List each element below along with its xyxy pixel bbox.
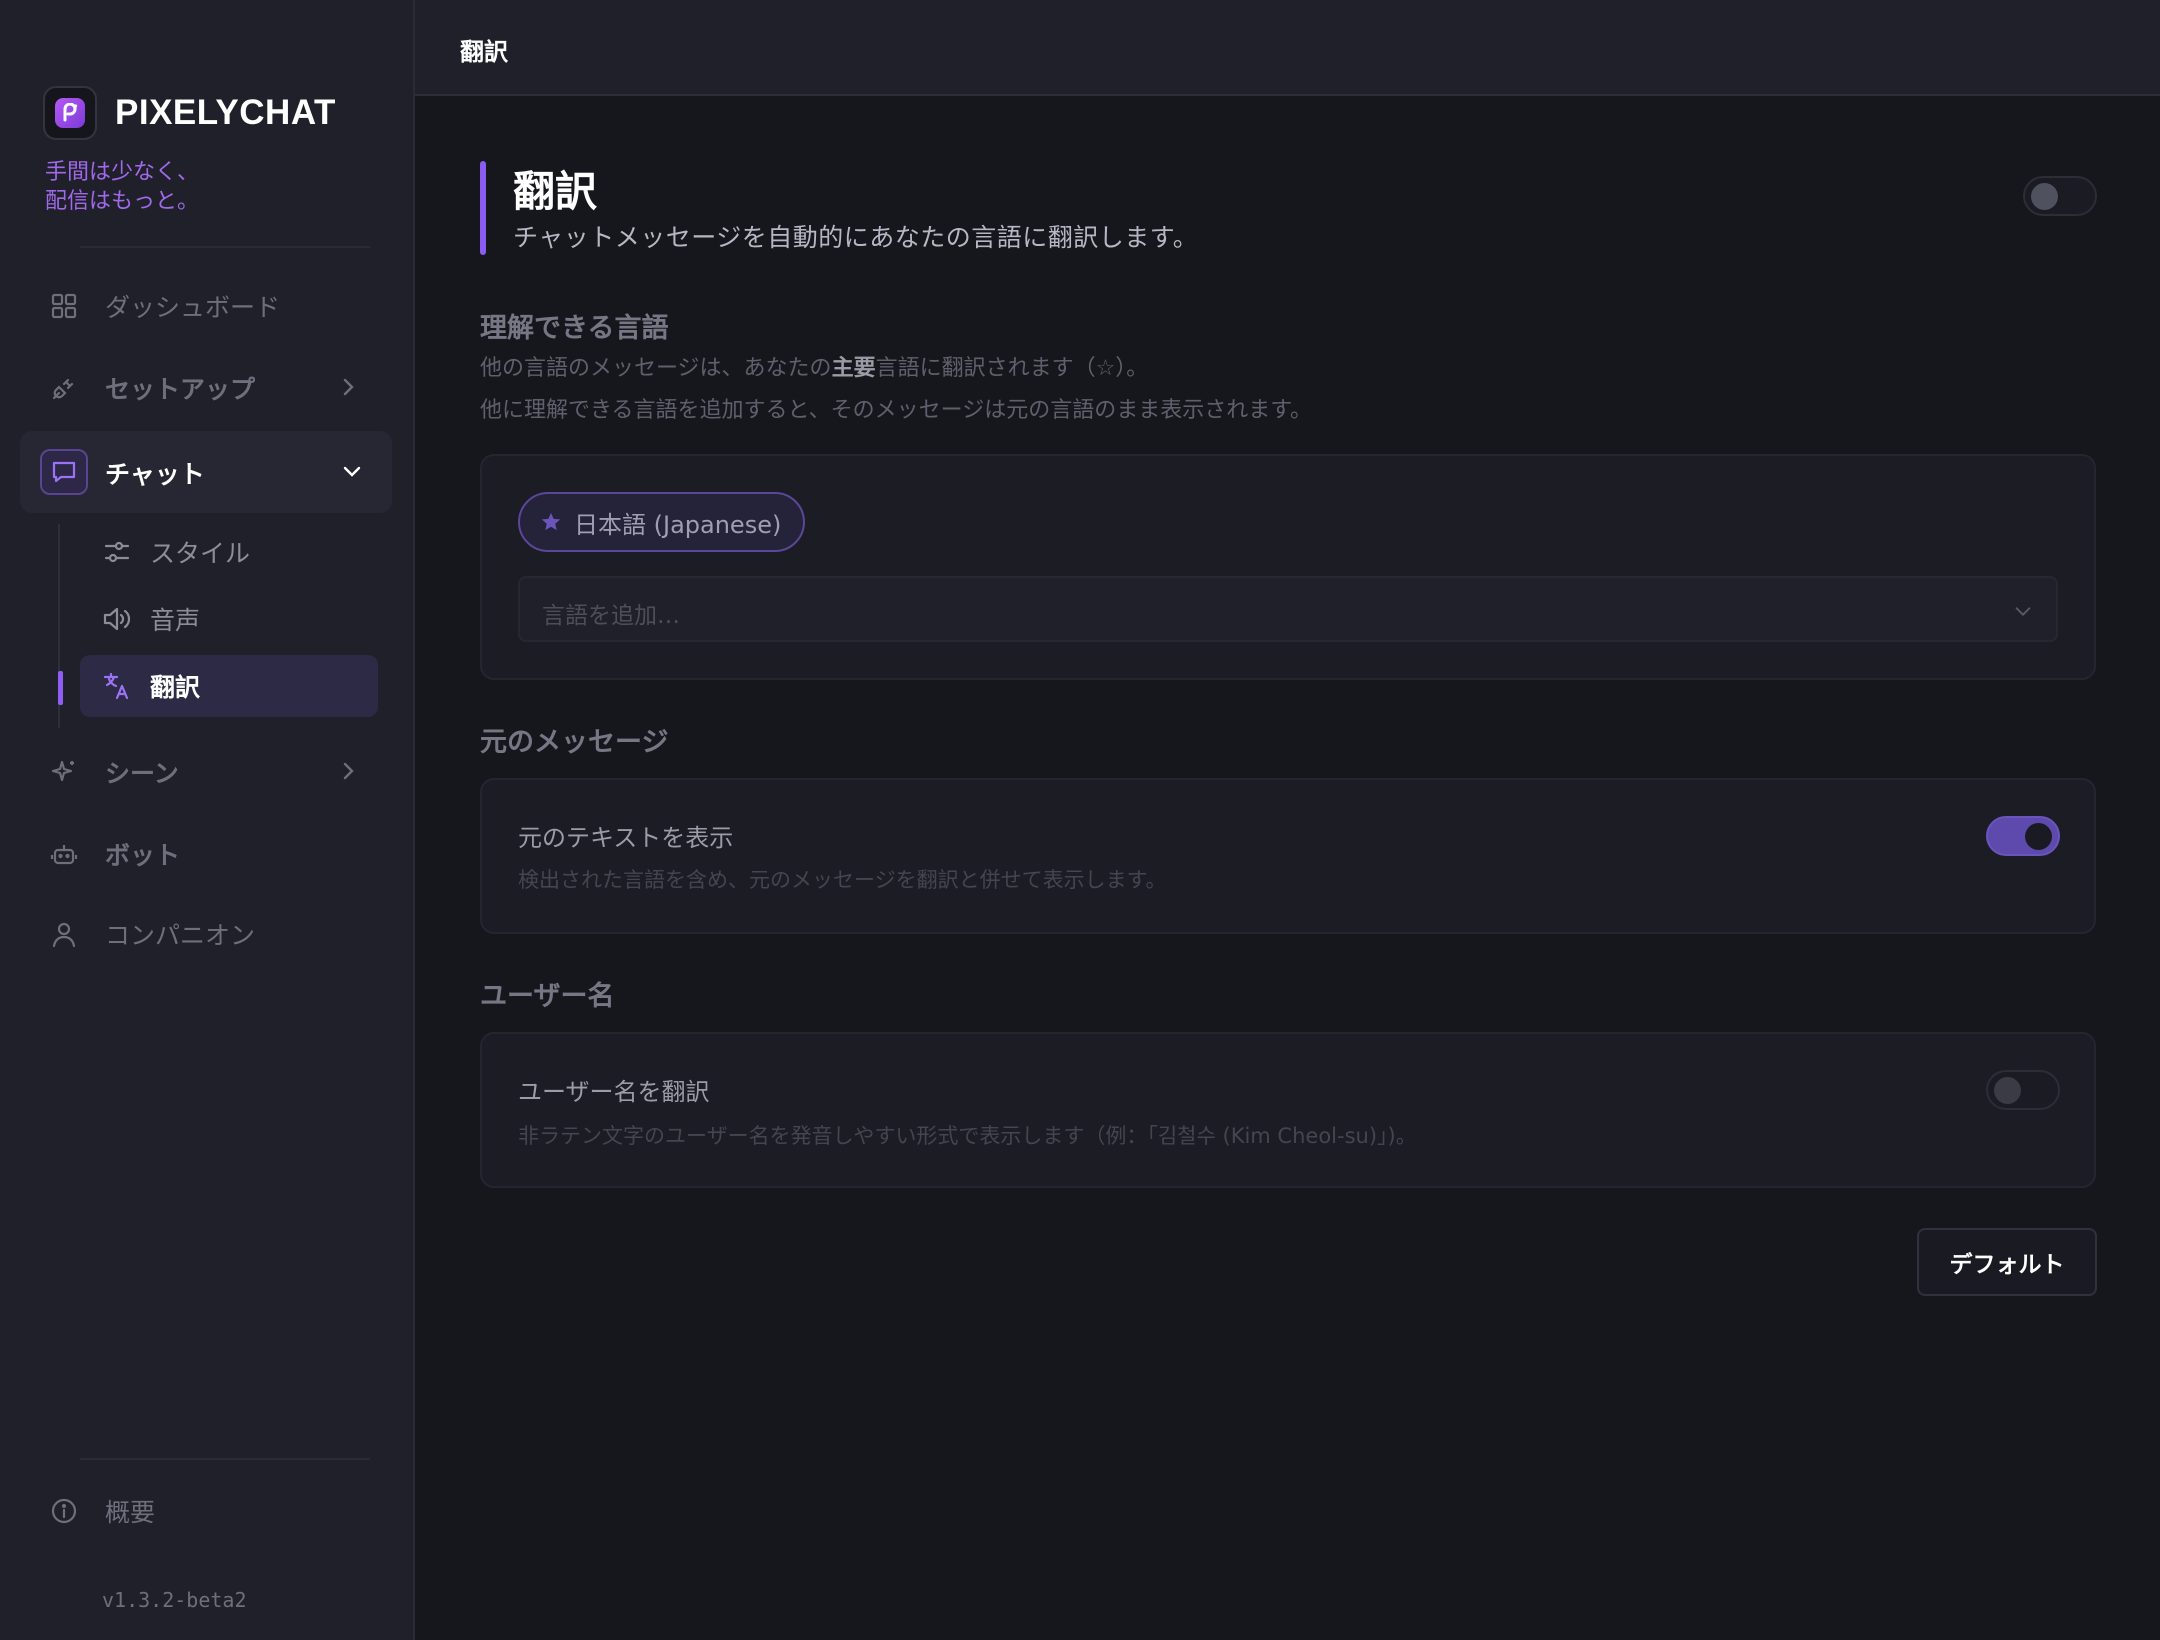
app-logo-icon <box>43 86 97 140</box>
brand: PIXELYCHAT <box>43 86 336 140</box>
original-message-title: 元のメッセージ <box>480 727 669 758</box>
chevron-right-icon <box>336 759 360 789</box>
user-icon <box>45 915 83 953</box>
translate-icon <box>100 669 134 703</box>
chevron-down-icon <box>340 459 364 487</box>
chevron-right-icon <box>336 375 360 405</box>
show-original-label: 元のテキストを表示 <box>518 824 734 852</box>
section-description: チャットメッセージを自動的にあなたの言語に翻訳します。 <box>513 223 1199 252</box>
add-language-select[interactable]: 言語を追加… <box>518 576 2058 642</box>
toggle-knob <box>2031 183 2058 210</box>
sidebar: PIXELYCHAT 手間は少なく、 配信はもっと。 ダッシュボード セットアッ… <box>0 0 415 1640</box>
star-icon <box>540 511 562 533</box>
chat-bubble-icon <box>40 449 88 495</box>
top-header: 翻訳 <box>415 0 2160 96</box>
sparkle-icon <box>45 753 83 791</box>
plug-icon <box>45 369 83 407</box>
default-button[interactable]: デフォルト <box>1917 1228 2097 1296</box>
app-version: v1.3.2-beta2 <box>102 1588 247 1612</box>
robot-icon <box>45 835 83 873</box>
sidebar-divider <box>80 1458 370 1460</box>
sidebar-item-about[interactable]: 概要 <box>45 1492 155 1530</box>
toggle-knob <box>2025 823 2052 850</box>
section-title: 翻訳 <box>513 167 598 216</box>
languages-title: 理解できる言語 <box>480 313 669 344</box>
section-accent-bar <box>480 161 486 255</box>
sidebar-divider <box>80 246 370 248</box>
sidebar-item-dashboard[interactable]: ダッシュボード <box>45 280 375 332</box>
translate-username-toggle[interactable] <box>1986 1070 2060 1110</box>
sidebar-item-setup[interactable]: セットアップ <box>45 362 375 414</box>
translation-enable-toggle[interactable] <box>2023 176 2097 216</box>
header-title: 翻訳 <box>460 38 508 66</box>
active-indicator <box>58 671 63 705</box>
show-original-toggle[interactable] <box>1986 816 2060 856</box>
tagline: 手間は少なく、 配信はもっと。 <box>45 160 200 214</box>
language-chip-japanese[interactable]: 日本語 (Japanese) <box>518 492 806 552</box>
sidebar-item-scene[interactable]: シーン <box>45 746 375 798</box>
translate-username-description: 非ラテン文字のユーザー名を発音しやすい形式で表示します（例：「김철수 (Kim … <box>518 1124 1417 1148</box>
sliders-icon <box>100 535 134 569</box>
languages-card: 日本語 (Japanese) 言語を追加… <box>480 454 2096 680</box>
sidebar-subitem-translation[interactable]: 翻訳 <box>80 655 378 717</box>
info-icon <box>45 1492 83 1530</box>
username-card: ユーザー名を翻訳 非ラテン文字のユーザー名を発音しやすい形式で表示します（例：「… <box>480 1032 2096 1188</box>
sidebar-item-companion[interactable]: コンパニオン <box>45 908 375 960</box>
speaker-icon <box>100 602 134 636</box>
main-content: 翻訳 チャットメッセージを自動的にあなたの言語に翻訳します。 理解できる言語 他… <box>415 96 2160 1640</box>
sidebar-subitem-style[interactable]: スタイル <box>80 521 378 583</box>
chevron-down-icon <box>2012 600 2034 626</box>
sidebar-subitem-voice[interactable]: 音声 <box>80 588 378 650</box>
sidebar-item-bot[interactable]: ボット <box>45 828 375 880</box>
toggle-knob <box>1994 1077 2021 1104</box>
app-name: PIXELYCHAT <box>115 93 336 132</box>
grid-icon <box>45 287 83 325</box>
sidebar-item-chat[interactable]: チャット <box>20 431 392 513</box>
translate-username-label: ユーザー名を翻訳 <box>518 1078 710 1106</box>
show-original-description: 検出された言語を含め、元のメッセージを翻訳と併せて表示します。 <box>518 868 1167 892</box>
username-title: ユーザー名 <box>480 981 615 1012</box>
languages-description: 他の言語のメッセージは、あなたの主要言語に翻訳されます（☆）。 他に理解できる言… <box>480 356 1313 423</box>
original-message-card: 元のテキストを表示 検出された言語を含め、元のメッセージを翻訳と併せて表示します… <box>480 778 2096 934</box>
